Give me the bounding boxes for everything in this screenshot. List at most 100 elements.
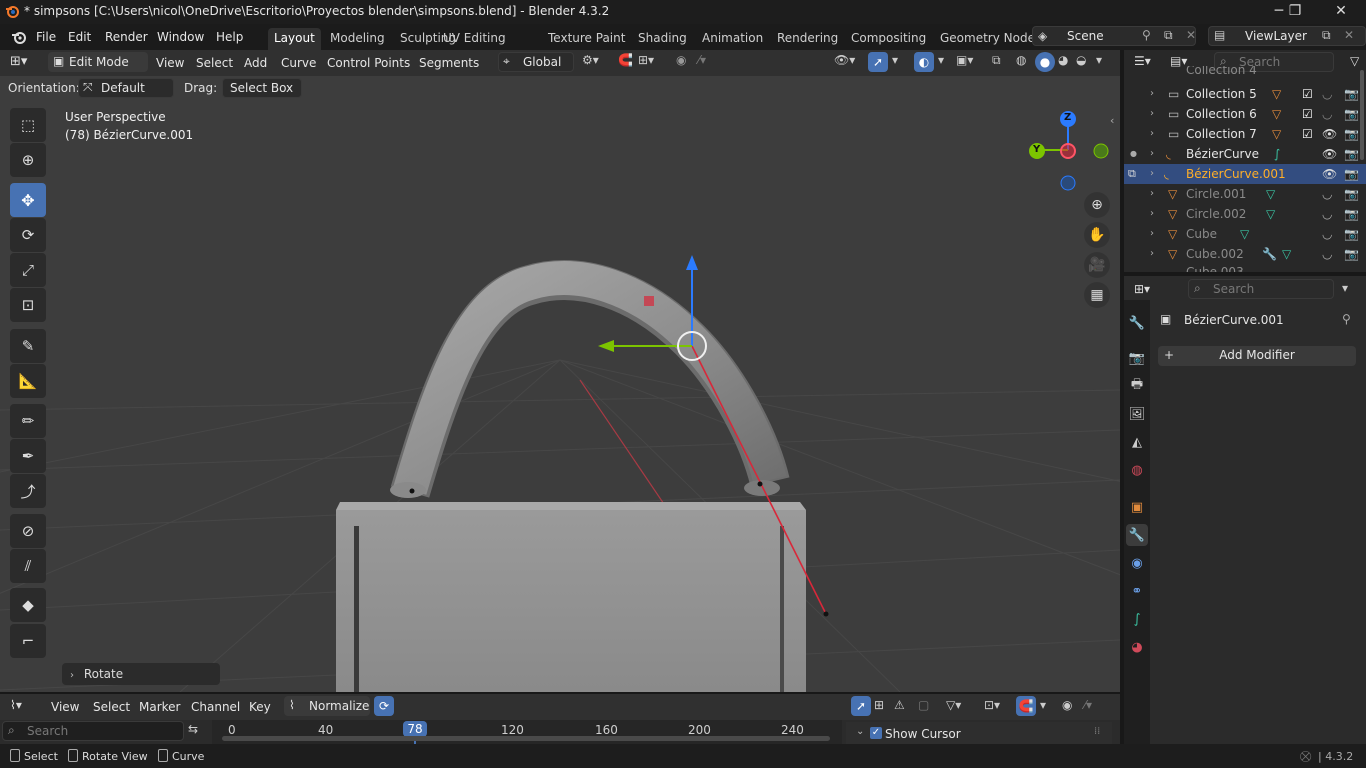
menu-render[interactable]: Render [105,28,148,46]
outliner-row[interactable]: › ▭ Collection 7 ▽ ☑ 👁 📷 [1124,124,1366,144]
view-layer-tab[interactable]: 🖼 [1126,403,1148,425]
outliner-scrollbar[interactable] [1360,70,1364,160]
rotate-tool[interactable]: ⟳ [10,218,46,252]
pan-button[interactable]: ✋ [1084,222,1110,248]
select-mode-icon[interactable]: ➚ [851,696,871,716]
menu-file[interactable]: File [36,28,56,46]
pivot-icon[interactable]: ⊡▾ [984,698,1000,712]
close-button[interactable]: ✕ [1318,0,1364,24]
pen-tool[interactable]: ✒ [10,439,46,473]
only-selected-icon[interactable]: ⊞ [874,698,884,712]
render-icon[interactable]: 📷 [1344,164,1359,184]
maximize-button[interactable]: ❐ [1272,0,1318,24]
render-icon[interactable]: 📷 [1344,84,1359,104]
expand-icon[interactable]: › [1150,244,1154,264]
delete-scene-icon[interactable]: ✕ [1186,28,1196,42]
tab-uv-editing[interactable]: UV Editing [437,28,512,50]
render-icon[interactable]: 📷 [1344,224,1359,244]
filter-icon[interactable]: ▽▾ [946,698,961,712]
viewport-menu-view[interactable]: View [156,54,184,72]
viewlayer-selector[interactable]: ViewLayer [1208,26,1366,46]
menu-edit[interactable]: Edit [68,28,91,46]
modifiers-tab[interactable]: 🔧 [1126,524,1148,546]
checkbox-icon[interactable]: ☑ [1302,104,1313,124]
new-viewlayer-icon[interactable]: ⧉ [1322,28,1331,43]
gizmo-toggle-icon[interactable]: ➚ [868,52,888,72]
radius-tool[interactable]: ⊘ [10,514,46,548]
checkbox-icon[interactable]: ☑ [1302,84,1313,104]
output-tab[interactable]: 🖶 [1126,375,1148,397]
timeline-menu-key[interactable]: Key [249,698,271,716]
snap-target-icon[interactable]: ⊞▾ [638,53,654,67]
material-shading-icon[interactable]: ◕ [1058,53,1068,67]
viewport-3d[interactable] [0,50,1120,692]
tab-shading[interactable]: Shading [632,28,693,50]
extrude-tool[interactable]: ⤴ [10,474,46,508]
playhead[interactable]: 78 [403,721,427,737]
control-point[interactable] [757,481,763,487]
expand-icon[interactable]: › [1150,224,1154,244]
render-icon[interactable]: 📷 [1344,144,1359,164]
timeline-editor-icon[interactable]: ⌇▾ [10,698,22,712]
expand-icon[interactable]: › [1150,124,1154,144]
annotate-tool[interactable]: ✎ [10,329,46,363]
outliner-row[interactable]: › ▭ Collection 5 ▽ ☑ ◡ 📷 [1124,84,1366,104]
overlays-toggle-icon[interactable]: ◐ [914,52,934,72]
mesh-edit-overlays-icon[interactable]: ▣▾ [956,53,973,67]
drag-handle-icon[interactable]: ⁞⁞ [1094,726,1100,737]
expand-icon[interactable]: › [1150,84,1154,104]
hide-icon[interactable]: ◡ [1322,244,1332,264]
expand-icon[interactable]: › [1150,104,1154,124]
properties-editor-icon[interactable]: ⊞▾ [1134,282,1150,296]
move-gizmo-z-arrow[interactable] [686,255,698,270]
timeline-menu-view[interactable]: View [51,698,79,716]
proportional-icon[interactable]: ◉ [1062,698,1072,712]
refresh-icon[interactable]: ⟳ [374,696,394,716]
hide-icon[interactable]: ◡ [1322,84,1332,104]
snap-icon[interactable]: 🧲 [1016,696,1036,716]
material-tab[interactable]: ◕ [1126,636,1148,658]
outliner-row[interactable]: Collection 4 [1124,66,1366,80]
blender-menu-icon[interactable] [10,28,28,46]
camera-view-button[interactable]: 🎥 [1084,252,1110,278]
constraints-tab[interactable]: ⚭ [1126,580,1148,602]
hide-icon[interactable]: ◡ [1322,224,1332,244]
render-icon[interactable]: 📷 [1344,184,1359,204]
outliner-row[interactable]: Cube.003 [1124,264,1366,272]
timeline-menu-select[interactable]: Select [93,698,130,716]
visibility-icon[interactable]: 👁▾ [834,53,855,67]
shear-tool[interactable]: ⌐ [10,624,46,658]
timeline-search[interactable]: Search [2,721,184,741]
perspective-toggle-button[interactable]: ▦ [1084,282,1110,308]
viewport-menu-select[interactable]: Select [196,54,233,72]
viewport-menu-segments[interactable]: Segments [419,54,479,72]
move-tool[interactable]: ✥ [10,183,46,217]
hide-icon[interactable]: ◡ [1322,184,1332,204]
tab-modeling[interactable]: Modeling [324,28,391,50]
render-icon[interactable]: 📷 [1344,204,1359,224]
overlays-dropdown-icon[interactable]: ▾ [938,53,944,67]
ghost-icon[interactable]: ▢ [918,698,929,712]
menu-help[interactable]: Help [216,28,243,46]
expand-icon[interactable]: › [1150,164,1154,184]
proportional-edit-icon[interactable]: ◉ [676,53,686,67]
delete-viewlayer-icon[interactable]: ✕ [1344,28,1354,42]
tab-rendering[interactable]: Rendering [771,28,844,50]
outliner-row[interactable]: › ▽ Circle.001 ▽ ◡ 📷 [1124,184,1366,204]
pin-icon[interactable]: ⚲ [1342,312,1351,326]
checkbox-icon[interactable]: ☑ [1302,124,1313,144]
collapse-icon[interactable]: ⌄ [856,726,864,737]
snap-icon[interactable]: 🧲 [618,53,633,67]
timeline-menu-channel[interactable]: Channel [191,698,240,716]
scene-tab[interactable]: ◭ [1126,431,1148,453]
outliner-row[interactable]: › ▽ Circle.002 ▽ ◡ 📷 [1124,204,1366,224]
tab-compositing[interactable]: Compositing [845,28,932,50]
viewport-menu-add[interactable]: Add [244,54,267,72]
sidebar-toggle-icon[interactable]: ‹ [1110,114,1114,127]
measure-tool[interactable]: 📐 [10,364,46,398]
snap-dropdown-icon[interactable]: ▾ [1040,698,1046,712]
wireframe-shading-icon[interactable]: ◍ [1016,53,1026,67]
move-gizmo-y-arrow[interactable] [598,340,614,352]
render-tab[interactable]: 📷 [1126,347,1148,369]
outliner-row[interactable]: › ▽ Cube ▽ ◡ 📷 [1124,224,1366,244]
